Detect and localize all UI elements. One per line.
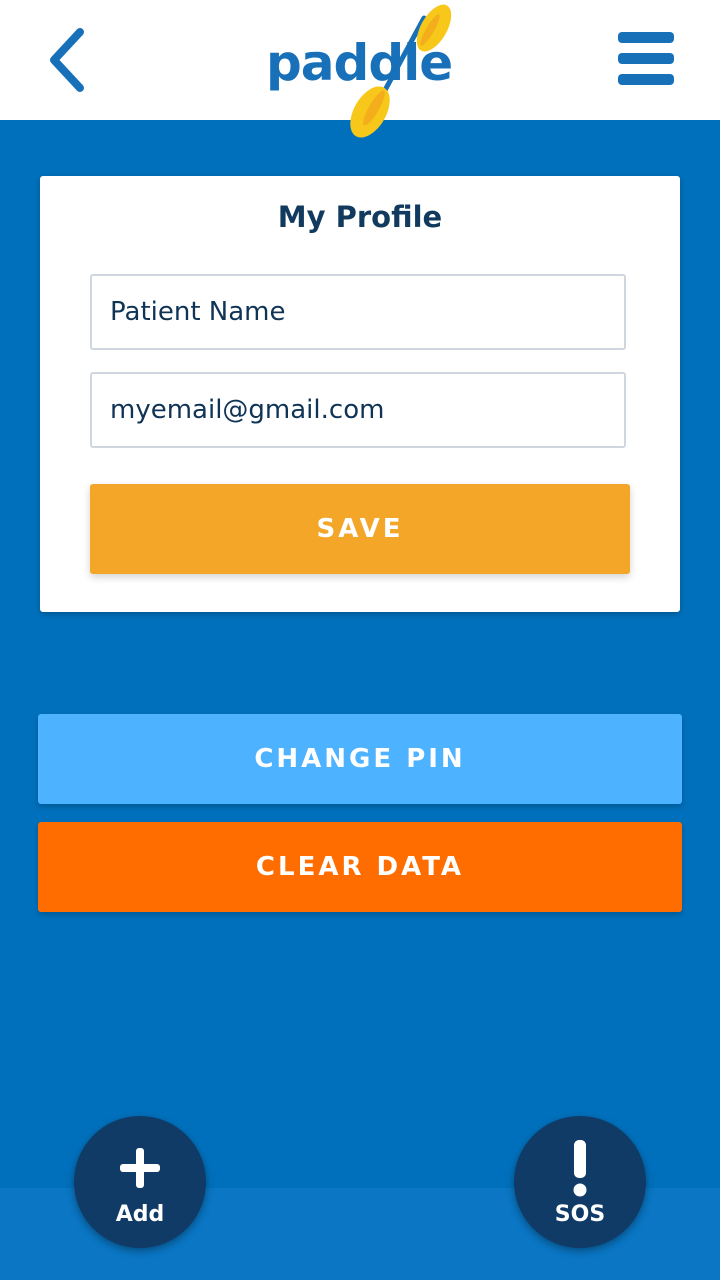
paddle-logo: paddle [262,0,462,145]
plus-icon [120,1148,160,1188]
add-label: Add [115,1202,165,1227]
change-pin-button[interactable]: CHANGE PIN [38,714,682,804]
patient-name-field[interactable]: Patient Name [90,274,626,350]
back-button[interactable] [40,24,100,96]
hamburger-menu-icon [618,32,674,85]
sos-label: SOS [554,1202,606,1227]
menu-button[interactable] [612,26,682,92]
exclamation-icon [573,1140,587,1197]
profile-card: My Profile Patient Name myemail@gmail.co… [40,176,680,612]
email-field[interactable]: myemail@gmail.com [90,372,626,448]
sos-button[interactable]: SOS [514,1116,646,1248]
save-button[interactable]: SAVE [90,484,630,574]
chevron-left-icon [50,28,84,92]
add-button[interactable]: Add [74,1116,206,1248]
profile-title: My Profile [277,200,443,234]
clear-data-button[interactable]: CLEAR DATA [38,822,682,912]
logo-wordmark: paddle [266,34,453,92]
app-header: paddle [0,0,720,138]
